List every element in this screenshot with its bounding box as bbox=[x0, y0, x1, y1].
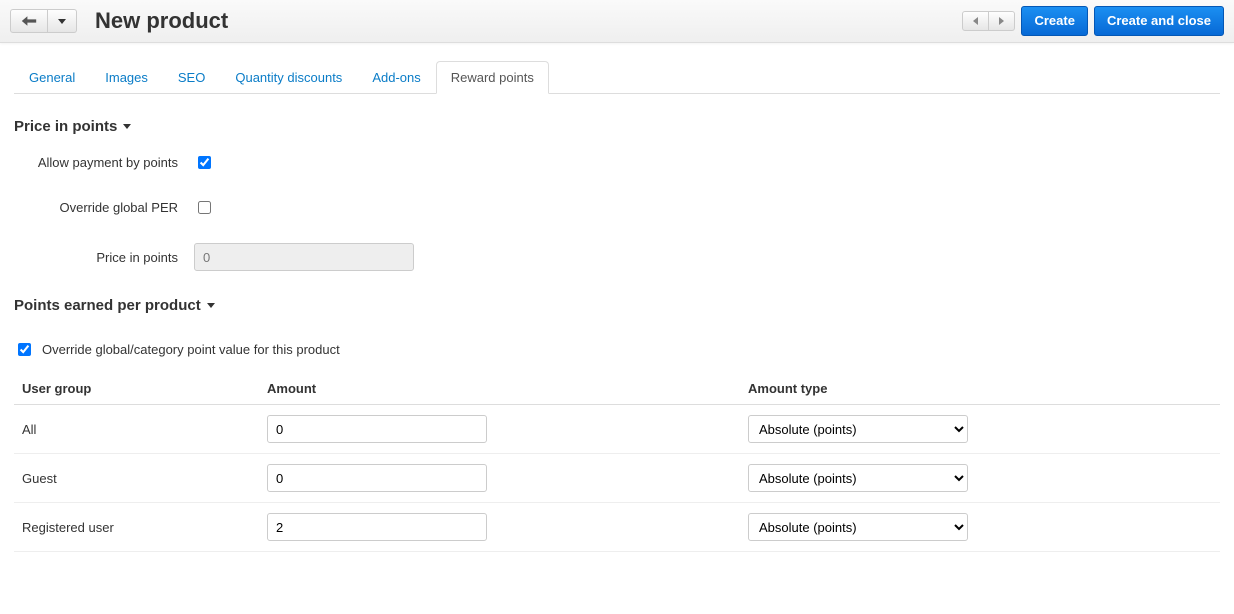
amount-input[interactable] bbox=[267, 513, 487, 541]
arrow-left-icon bbox=[21, 15, 37, 27]
section-title: Price in points bbox=[14, 118, 117, 135]
page-title: New product bbox=[95, 8, 228, 34]
create-button[interactable]: Create bbox=[1021, 6, 1087, 36]
tab-reward-points[interactable]: Reward points bbox=[436, 61, 549, 94]
amount-input[interactable] bbox=[267, 415, 487, 443]
override-per-label: Override global PER bbox=[14, 200, 194, 215]
table-row: Guest Absolute (points)Percent (%) bbox=[14, 454, 1220, 503]
points-earned-heading[interactable]: Points earned per product bbox=[14, 297, 215, 314]
amount-cell bbox=[259, 454, 740, 503]
tab-images[interactable]: Images bbox=[90, 61, 163, 94]
override-global-checkbox[interactable] bbox=[18, 343, 31, 356]
usergroup-cell: All bbox=[14, 405, 259, 454]
back-button[interactable] bbox=[10, 9, 48, 33]
create-close-button[interactable]: Create and close bbox=[1094, 6, 1224, 36]
prev-item-button[interactable] bbox=[962, 11, 989, 31]
chevron-left-icon bbox=[973, 17, 978, 25]
tabs: GeneralImagesSEOQuantity discountsAdd-on… bbox=[14, 61, 1220, 94]
caret-down-icon bbox=[58, 19, 66, 24]
chevron-right-icon bbox=[999, 17, 1004, 25]
col-usergroup: User group bbox=[14, 373, 259, 405]
table-row: Registered user Absolute (points)Percent … bbox=[14, 503, 1220, 552]
amount-type-select[interactable]: Absolute (points)Percent (%) bbox=[748, 513, 968, 541]
next-item-button[interactable] bbox=[989, 11, 1015, 31]
table-row: All Absolute (points)Percent (%) bbox=[14, 405, 1220, 454]
col-amount-type: Amount type bbox=[740, 373, 1220, 405]
price-in-points-label: Price in points bbox=[14, 250, 194, 265]
override-global-row: Override global/category point value for… bbox=[14, 340, 1220, 359]
top-bar: New product Create Create and close bbox=[0, 0, 1234, 43]
usergroup-cell: Registered user bbox=[14, 503, 259, 552]
amount-type-select[interactable]: Absolute (points)Percent (%) bbox=[748, 464, 968, 492]
points-table: User group Amount Amount type All Absolut… bbox=[14, 373, 1220, 552]
content-area: GeneralImagesSEOQuantity discountsAdd-on… bbox=[0, 43, 1234, 570]
back-button-group bbox=[10, 9, 77, 33]
section-title: Points earned per product bbox=[14, 297, 201, 314]
tab-add-ons[interactable]: Add-ons bbox=[357, 61, 435, 94]
amount-type-select[interactable]: Absolute (points)Percent (%) bbox=[748, 415, 968, 443]
amount-type-cell: Absolute (points)Percent (%) bbox=[740, 405, 1220, 454]
tab-quantity-discounts[interactable]: Quantity discounts bbox=[220, 61, 357, 94]
amount-cell bbox=[259, 405, 740, 454]
price-in-points-form: Allow payment by points Override global … bbox=[14, 153, 1220, 271]
amount-cell bbox=[259, 503, 740, 552]
pager-group bbox=[962, 11, 1015, 31]
allow-payment-checkbox[interactable] bbox=[198, 156, 211, 169]
price-in-points-input[interactable] bbox=[194, 243, 414, 271]
allow-payment-label: Allow payment by points bbox=[14, 155, 194, 170]
amount-input[interactable] bbox=[267, 464, 487, 492]
back-dropdown-toggle[interactable] bbox=[48, 9, 77, 33]
price-in-points-heading[interactable]: Price in points bbox=[14, 118, 131, 135]
amount-type-cell: Absolute (points)Percent (%) bbox=[740, 503, 1220, 552]
override-global-label: Override global/category point value for… bbox=[42, 342, 340, 357]
tab-seo[interactable]: SEO bbox=[163, 61, 220, 94]
top-right-actions: Create Create and close bbox=[962, 6, 1224, 36]
tab-general[interactable]: General bbox=[14, 61, 90, 94]
caret-down-icon bbox=[123, 124, 131, 129]
col-amount: Amount bbox=[259, 373, 740, 405]
amount-type-cell: Absolute (points)Percent (%) bbox=[740, 454, 1220, 503]
override-per-checkbox[interactable] bbox=[198, 201, 211, 214]
usergroup-cell: Guest bbox=[14, 454, 259, 503]
caret-down-icon bbox=[207, 303, 215, 308]
